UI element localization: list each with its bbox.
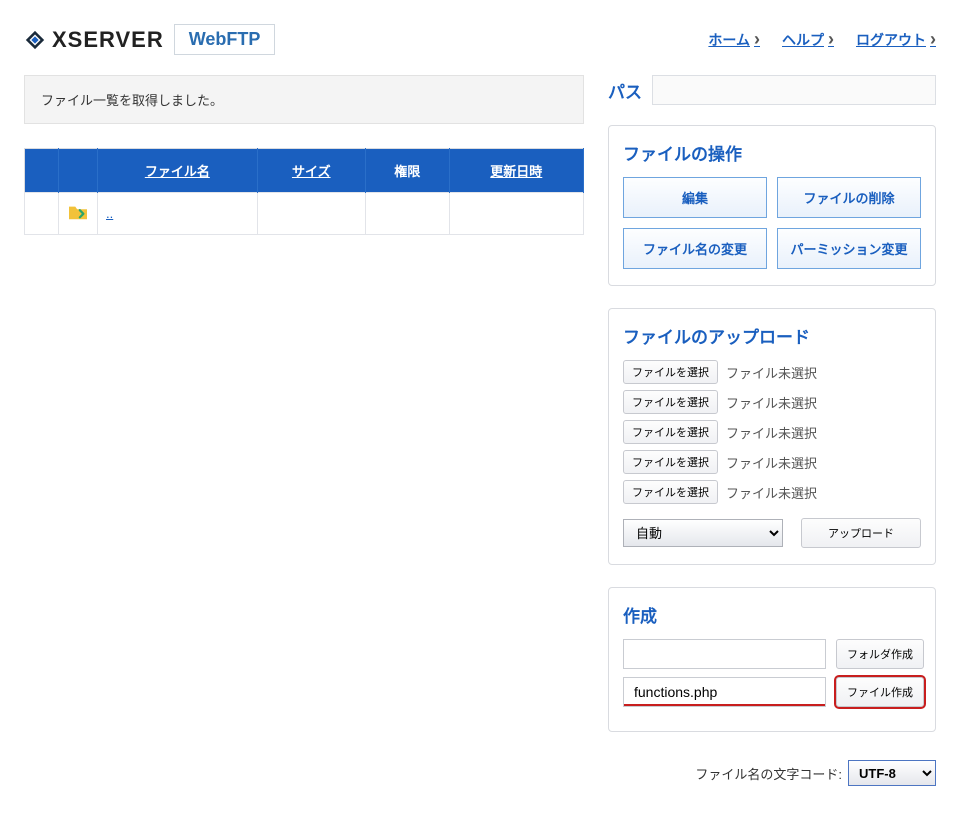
table-row: .. [25,193,584,235]
delete-button[interactable]: ファイルの削除 [777,177,921,218]
file-name-input[interactable] [623,677,826,707]
row-perm [365,193,449,235]
path-input[interactable] [652,75,936,105]
operations-panel: ファイルの操作 編集 ファイルの削除 ファイル名の変更 パーミッション変更 [608,125,936,286]
webftp-badge: WebFTP [174,24,276,55]
file-table: ファイル名 サイズ 権限 更新日時 [24,148,584,235]
file-status-2: ファイル未選択 [726,393,817,412]
col-checkbox [25,149,59,193]
row-folder-icon-cell [59,193,98,235]
edit-button[interactable]: 編集 [623,177,767,218]
col-updated[interactable]: 更新日時 [449,149,583,193]
create-file-button[interactable]: ファイル作成 [836,677,924,707]
encoding-select[interactable]: UTF-8 [848,760,936,786]
create-title: 作成 [623,602,921,627]
row-checkbox-cell [25,193,59,235]
rename-button[interactable]: ファイル名の変更 [623,228,767,269]
file-choose-3[interactable]: ファイルを選択 [623,420,718,444]
upload-button[interactable]: アップロード [801,518,921,548]
folder-up-icon [67,209,89,224]
row-updated [449,193,583,235]
brand-text: XSERVER [52,27,164,53]
nav-help[interactable]: ヘルプ [782,29,834,50]
folder-name-input[interactable] [623,639,826,669]
file-status-3: ファイル未選択 [726,423,817,442]
logo: XSERVER WebFTP [24,24,275,55]
col-size[interactable]: サイズ [257,149,365,193]
file-choose-5[interactable]: ファイルを選択 [623,480,718,504]
path-label: パス [608,78,642,103]
encoding-label: ファイル名の文字コード: [695,764,842,783]
status-message: ファイル一覧を取得しました。 [24,75,584,124]
file-choose-2[interactable]: ファイルを選択 [623,390,718,414]
permission-button[interactable]: パーミッション変更 [777,228,921,269]
file-choose-1[interactable]: ファイルを選択 [623,360,718,384]
col-icon [59,149,98,193]
file-choose-4[interactable]: ファイルを選択 [623,450,718,474]
col-name[interactable]: ファイル名 [98,149,258,193]
row-size [257,193,365,235]
transfer-mode-select[interactable]: 自動 [623,519,783,547]
create-folder-button[interactable]: フォルダ作成 [836,639,924,669]
col-perm: 権限 [365,149,449,193]
file-status-5: ファイル未選択 [726,483,817,502]
upload-panel: ファイルのアップロード ファイルを選択ファイル未選択 ファイルを選択ファイル未選… [608,308,936,565]
nav-home[interactable]: ホーム [708,29,760,50]
create-panel: 作成 フォルダ作成 ファイル作成 [608,587,936,732]
row-name[interactable]: .. [98,193,258,235]
operations-title: ファイルの操作 [623,140,921,165]
file-status-1: ファイル未選択 [726,363,817,382]
file-status-4: ファイル未選択 [726,453,817,472]
brand-icon [24,29,46,51]
nav-logout[interactable]: ログアウト [856,29,936,50]
upload-title: ファイルのアップロード [623,323,921,348]
